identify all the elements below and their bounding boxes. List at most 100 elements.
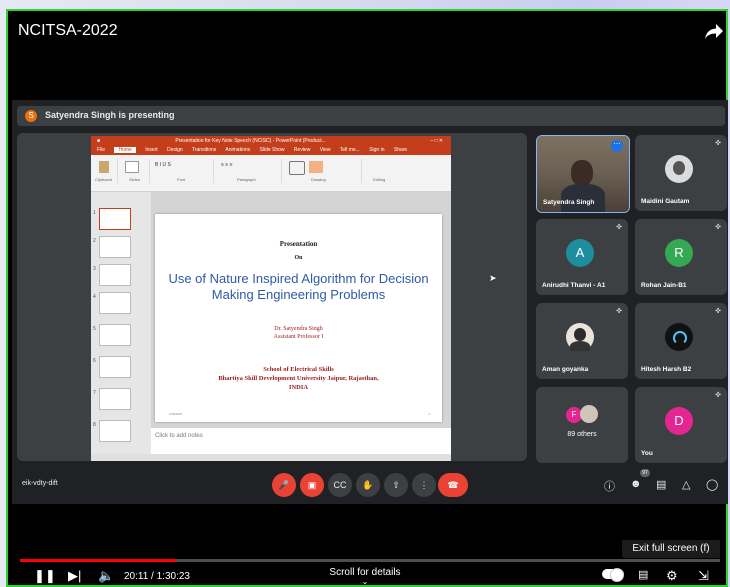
participant-name: Aman goyanka — [542, 366, 589, 373]
slide-date: 2/18/2022 — [169, 412, 183, 416]
participant-name: Hitesh Harsh B2 — [641, 366, 692, 373]
participant-tile[interactable]: ⋯ Satyendra Singh — [536, 135, 630, 213]
tab-view[interactable]: View — [320, 147, 331, 153]
others-tile[interactable]: F 89 others — [536, 387, 628, 463]
slide-on-label: On — [294, 255, 303, 261]
slide-thumbnail[interactable] — [99, 208, 131, 230]
drawing-group[interactable]: Drawing — [283, 159, 362, 183]
slide-affiliation: School of Electrical Skills Bhartiya Ski… — [218, 366, 379, 391]
ppt-ribbon: Clipboard Slides B I U S Font ≡ ≡ ≡ Para… — [91, 155, 451, 192]
sign-in-link[interactable]: Sign in — [369, 147, 384, 153]
mic-muted-icon: ✜ — [616, 224, 622, 231]
meeting-code: eik-vdty-dift — [22, 480, 58, 487]
exit-fullscreen-icon[interactable]: ⇲ — [698, 568, 709, 584]
tab-animations[interactable]: Animations — [225, 147, 250, 153]
chat-icon[interactable]: ▤ — [656, 478, 666, 491]
participant-tile[interactable]: ✜ A Anirudhi Thanvi - A1 — [536, 219, 628, 295]
participant-avatar: A — [566, 239, 594, 267]
slide-thumbnail[interactable] — [99, 356, 131, 378]
participant-tile[interactable]: ✜ Hitesh Harsh B2 — [635, 303, 727, 379]
participant-avatar: R — [665, 239, 693, 267]
tab-design[interactable]: Design — [167, 147, 183, 153]
new-slide-button[interactable]: Slides — [119, 159, 150, 183]
exit-fullscreen-tooltip: Exit full screen (f) — [622, 540, 720, 558]
participant-avatar — [665, 155, 693, 183]
participant-avatar: D — [665, 407, 693, 435]
presenting-text: Satyendra Singh is presenting — [45, 110, 175, 120]
youtube-controls: ❚❚ ▶| 🔈 20:11 / 1:30:23 Scroll for detai… — [0, 562, 730, 587]
participant-avatar — [580, 405, 598, 423]
tell-me-field[interactable]: Tell me... — [340, 147, 360, 153]
more-options-button[interactable]: ⋮ — [412, 473, 436, 497]
tab-insert[interactable]: Insert — [145, 147, 158, 153]
mic-off-button[interactable]: 🎤 — [272, 473, 296, 497]
slide-thumbnail[interactable] — [99, 236, 131, 258]
mic-muted-icon: ✜ — [715, 140, 721, 147]
ppt-window-title: Presentation for Key Note Speech (NCISC)… — [175, 138, 326, 144]
tab-home[interactable]: Home — [114, 147, 136, 153]
participant-name: Satyendra Singh — [543, 199, 595, 206]
slide-thumbnail[interactable] — [99, 292, 131, 314]
window-controls-icon[interactable]: – □ ✕ — [430, 136, 443, 146]
participant-name: Maidini Gautam — [641, 198, 690, 205]
tab-transitions[interactable]: Transitions — [192, 147, 216, 153]
participant-tile[interactable]: ✜ Maidini Gautam — [635, 135, 727, 211]
slide-page-number: 1 — [428, 412, 430, 416]
font-group[interactable]: B I U S Font — [151, 159, 214, 183]
more-options-icon[interactable]: ⋯ — [611, 140, 623, 152]
participant-tile-self[interactable]: ✜ D You — [635, 387, 727, 463]
captions-button[interactable]: CC — [328, 473, 352, 497]
slide-author: Dr. Satyendra Singh Assistant Professor … — [273, 326, 324, 340]
activities-icon[interactable]: △ — [682, 478, 690, 491]
participant-name: You — [641, 450, 653, 457]
notes-pane[interactable]: Click to add notes — [151, 428, 451, 454]
others-count: 89 others — [567, 431, 597, 438]
participant-count-badge: 97 — [640, 469, 650, 477]
slide-thumbnail[interactable] — [99, 388, 131, 410]
share-button[interactable]: Share — [394, 147, 407, 153]
tab-review[interactable]: Review — [294, 147, 310, 153]
ppt-statusbar — [91, 454, 451, 461]
mic-muted-icon: ✜ — [715, 224, 721, 231]
paragraph-group[interactable]: ≡ ≡ ≡ Paragraph — [215, 159, 282, 183]
slide-presentation-label: Presentation — [279, 240, 318, 248]
slide-title: Use of Nature Inspired Algorithm for Dec… — [168, 271, 429, 302]
page-background: NCITSA-2022 S Satyendra Singh is present… — [0, 0, 730, 587]
autoplay-toggle[interactable] — [602, 568, 624, 582]
paste-button[interactable]: Clipboard — [93, 159, 118, 183]
mic-muted-icon: ✜ — [715, 308, 721, 315]
mic-muted-icon: ✜ — [616, 308, 622, 315]
participant-tile[interactable]: ✜ Aman goyanka — [536, 303, 628, 379]
powerpoint-window: ■ Presentation for Key Note Speech (NCIS… — [91, 136, 451, 461]
participant-name: Rohan Jain-B1 — [641, 282, 687, 289]
present-button[interactable]: ⇧ — [384, 473, 408, 497]
host-controls-icon[interactable]: ◯ — [706, 478, 718, 491]
save-icon[interactable]: ■ — [97, 138, 100, 144]
participant-avatar — [566, 323, 594, 351]
editing-group[interactable]: Editing — [363, 159, 403, 183]
video-title[interactable]: NCITSA-2022 — [18, 22, 118, 40]
slide-thumbnail[interactable] — [99, 324, 131, 346]
mic-muted-icon: ✜ — [715, 392, 721, 399]
current-slide[interactable]: Presentation On Use of Nature Inspired A… — [155, 214, 442, 422]
raise-hand-button[interactable]: ✋ — [356, 473, 380, 497]
tab-slide-show[interactable]: Slide Show — [260, 147, 285, 153]
presenting-banner: S Satyendra Singh is presenting — [17, 106, 725, 126]
participant-avatar — [665, 323, 693, 351]
info-icon[interactable]: ⓘ — [604, 478, 615, 494]
people-icon[interactable]: ☻ — [630, 478, 642, 490]
leave-call-button[interactable]: ☎ — [438, 473, 468, 497]
slide-thumbnails: 1 2 3 4 5 6 7 8 — [91, 192, 151, 454]
slide-thumbnail[interactable] — [99, 420, 131, 442]
slide-thumbnail[interactable] — [99, 264, 131, 286]
notes-placeholder: Click to add notes — [155, 433, 203, 439]
tab-file[interactable]: File — [97, 147, 105, 153]
ppt-titlebar: ■ Presentation for Key Note Speech (NCIS… — [91, 136, 451, 146]
subtitles-icon[interactable]: ▤ — [638, 568, 648, 581]
camera-off-button[interactable]: ▣ — [300, 473, 324, 497]
participant-tile[interactable]: ✜ R Rohan Jain-B1 — [635, 219, 727, 295]
settings-gear-icon[interactable]: ⚙ — [666, 568, 678, 584]
share-icon[interactable] — [704, 22, 726, 42]
mouse-cursor-icon: ➤ — [489, 273, 497, 283]
ppt-ribbon-tabs: File Home Insert Design Transitions Anim… — [91, 146, 451, 155]
